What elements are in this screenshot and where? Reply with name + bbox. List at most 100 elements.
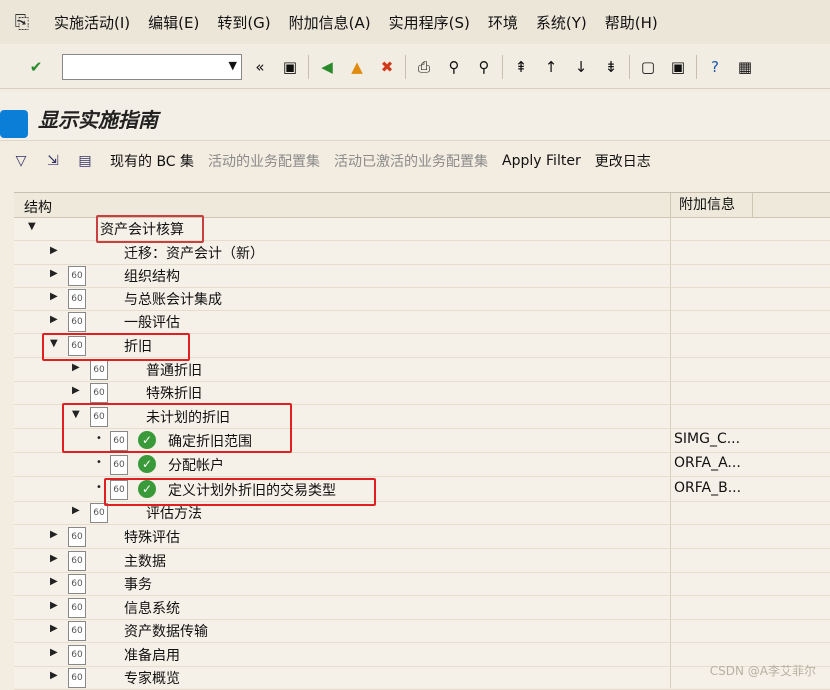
menu-item-extras[interactable]: 附加信息(A)	[289, 12, 371, 33]
change-log-button[interactable]: 更改日志	[595, 151, 651, 171]
save-icon[interactable]: ▣	[278, 55, 302, 79]
documentation-icon[interactable]: 60	[90, 407, 108, 427]
expand-triangle-icon[interactable]: ▶	[72, 362, 80, 373]
tree-row[interactable]: ▼ 60 折旧	[14, 334, 830, 358]
tree-row[interactable]: ▶ 60 特殊折旧	[14, 381, 830, 405]
current-bc-button[interactable]: 现有的 BC 集	[110, 151, 194, 171]
documentation-icon[interactable]: 60	[68, 621, 86, 641]
clipboard-icon[interactable]: ▤	[74, 150, 96, 172]
documentation-icon[interactable]: 60	[90, 383, 108, 403]
expand-triangle-icon[interactable]: ▶	[50, 576, 58, 587]
cancel-icon[interactable]: ✖	[375, 55, 399, 79]
expand-triangle-icon[interactable]: ▶	[50, 670, 58, 681]
menu-item-help[interactable]: 帮助(H)	[605, 12, 658, 33]
documentation-icon[interactable]: 60	[90, 360, 108, 380]
apply-filter-button[interactable]: Apply Filter	[502, 153, 581, 169]
execute-activity-icon[interactable]: ✓	[138, 480, 156, 498]
expand-triangle-icon[interactable]: ▶	[50, 268, 58, 279]
tree-row[interactable]: ▶ 60 评估方法	[14, 501, 830, 525]
collapse-icon[interactable]: «	[248, 55, 272, 79]
system-menu-icon[interactable]: ⎘	[8, 8, 36, 36]
collapse-triangle-icon[interactable]: ▼	[28, 221, 36, 232]
expand-triangle-icon[interactable]: ▶	[50, 647, 58, 658]
documentation-icon[interactable]: 60	[68, 668, 86, 688]
collapse-triangle-icon[interactable]: ▼	[50, 338, 58, 349]
expand-triangle-icon[interactable]: ▶	[50, 314, 58, 325]
tree-row[interactable]: • 60 ✓ 定义计划外折旧的交易类型 ORFA_B...	[14, 478, 830, 502]
documentation-icon[interactable]: 60	[68, 527, 86, 547]
menu-item-system[interactable]: 系统(Y)	[536, 12, 587, 33]
menu-item-edit[interactable]: 编辑(E)	[148, 12, 199, 33]
structure-tree: 结构 附加信息 ▼ 资产会计核算 ▶ 迁移：资产会计（新） ▶ 60 组织结构 …	[14, 192, 830, 690]
tree-row[interactable]: ▶ 60 组织结构	[14, 264, 830, 288]
find-next-icon[interactable]: ⚲	[472, 55, 496, 79]
tree-row[interactable]: ▶ 60 事务	[14, 572, 830, 596]
expand-triangle-icon[interactable]: ▶	[50, 291, 58, 302]
tree-row[interactable]: ▶ 60 普通折旧	[14, 358, 830, 382]
menu-item-utilities[interactable]: 实用程序(S)	[389, 12, 470, 33]
chevron-down-icon[interactable]: ▼	[229, 59, 237, 72]
tree-row[interactable]: ▶ 60 与总账会计集成	[14, 287, 830, 311]
expand-triangle-icon[interactable]: ▶	[50, 553, 58, 564]
execute-activity-icon[interactable]: ✓	[138, 455, 156, 473]
menu-item-goto[interactable]: 转到(G)	[217, 12, 270, 33]
documentation-icon[interactable]: 60	[68, 574, 86, 594]
tree-row[interactable]: ▶ 60 主数据	[14, 549, 830, 573]
documentation-icon[interactable]: 60	[68, 645, 86, 665]
tree-row[interactable]: ▶ 60 信息系统	[14, 596, 830, 620]
filter-icon[interactable]: ▽	[10, 150, 32, 172]
tree-row[interactable]: ▼ 资产会计核算	[14, 217, 830, 241]
tree-row[interactable]: • 60 ✓ 分配帐户 ORFA_A...	[14, 453, 830, 477]
expand-triangle-icon[interactable]: ▶	[50, 245, 58, 256]
activate-bc-button[interactable]: 活动的业务配置集	[208, 151, 320, 171]
help-icon[interactable]: ?	[703, 55, 727, 79]
additional-info-column-header[interactable]: 附加信息	[670, 193, 735, 217]
documentation-icon[interactable]: 60	[90, 503, 108, 523]
last-page-icon[interactable]: ⇟	[599, 55, 623, 79]
command-field[interactable]: ▼	[62, 54, 242, 80]
documentation-icon[interactable]: 60	[68, 336, 86, 356]
shortcut-icon[interactable]: ▣	[666, 55, 690, 79]
leaf-bullet-icon: •	[96, 433, 102, 444]
activated-bc-button[interactable]: 活动已激活的业务配置集	[334, 151, 488, 171]
next-page-icon[interactable]: ↓	[569, 55, 593, 79]
documentation-icon[interactable]: 60	[110, 431, 128, 451]
expand-triangle-icon[interactable]: ▶	[50, 623, 58, 634]
expand-triangle-icon[interactable]: ▶	[50, 600, 58, 611]
new-session-icon[interactable]: ▢	[636, 55, 660, 79]
menu-item-implementation[interactable]: 实施活动(I)	[54, 12, 130, 33]
expand-triangle-icon[interactable]: ▶	[50, 529, 58, 540]
previous-page-icon[interactable]: ↑	[539, 55, 563, 79]
tree-row[interactable]: ▶ 60 准备启用	[14, 643, 830, 667]
tree-row-label: 组织结构	[124, 269, 180, 285]
documentation-icon[interactable]: 60	[110, 455, 128, 475]
layout-menu-icon[interactable]: ▦	[733, 55, 757, 79]
tree-row[interactable]: ▶ 60 专家概览	[14, 666, 830, 690]
tree-row[interactable]: ▶ 60 资产数据传输	[14, 619, 830, 643]
enter-check-icon[interactable]: ✔	[24, 55, 48, 79]
documentation-icon[interactable]: 60	[68, 266, 86, 286]
collapse-triangle-icon[interactable]: ▼	[72, 409, 80, 420]
tree-row[interactable]: ▼ 60 未计划的折旧	[14, 405, 830, 429]
tree-row[interactable]: ▶ 60 一般评估	[14, 310, 830, 334]
documentation-icon[interactable]: 60	[68, 289, 86, 309]
structure-column-header[interactable]: 结构	[24, 197, 52, 217]
first-page-icon[interactable]: ⇞	[509, 55, 533, 79]
documentation-icon[interactable]: 60	[68, 598, 86, 618]
expand-triangle-icon[interactable]: ▶	[72, 505, 80, 516]
export-icon[interactable]: ⇲	[42, 150, 64, 172]
tree-row[interactable]: • 60 ✓ 确定折旧范围 SIMG_C...	[14, 429, 830, 453]
documentation-icon[interactable]: 60	[68, 551, 86, 571]
find-icon[interactable]: ⚲	[442, 55, 466, 79]
tree-row[interactable]: ▶ 60 特殊评估	[14, 525, 830, 549]
exit-icon[interactable]: ▲	[345, 55, 369, 79]
execute-activity-icon[interactable]: ✓	[138, 431, 156, 449]
back-icon[interactable]: ◀	[315, 55, 339, 79]
documentation-icon[interactable]: 60	[68, 312, 86, 332]
print-icon[interactable]: ⎙	[412, 55, 436, 79]
menu-item-environment[interactable]: 环境	[488, 12, 518, 33]
expand-triangle-icon[interactable]: ▶	[72, 385, 80, 396]
toolbar-separator	[405, 55, 406, 79]
documentation-icon[interactable]: 60	[110, 480, 128, 500]
tree-row[interactable]: ▶ 迁移：资产会计（新）	[14, 241, 830, 265]
